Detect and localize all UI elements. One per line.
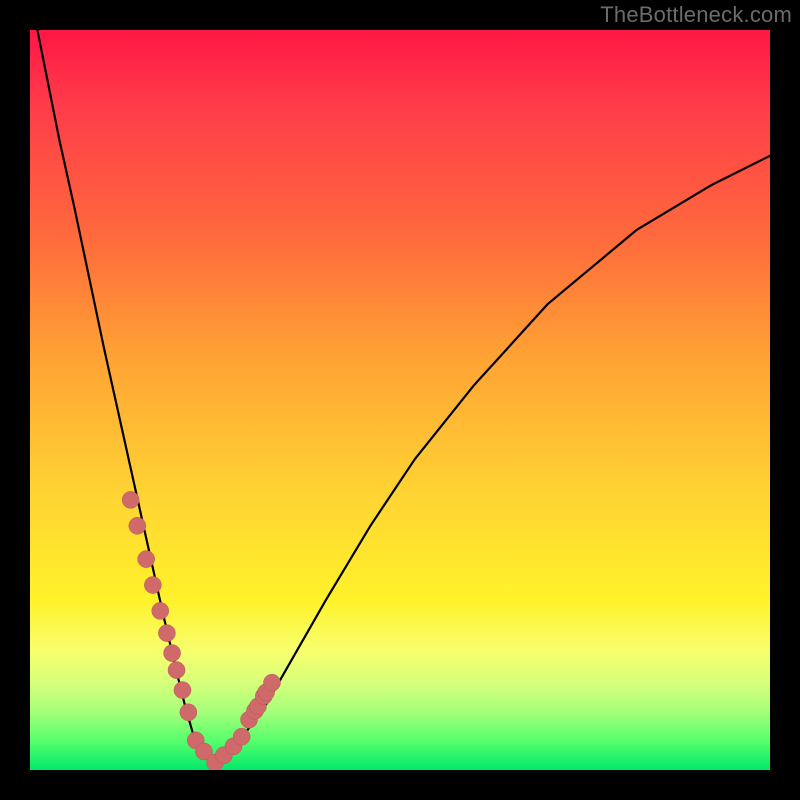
watermark-text: TheBottleneck.com bbox=[600, 2, 792, 28]
highlight-dot bbox=[180, 704, 197, 721]
highlight-dot bbox=[122, 491, 139, 508]
highlight-dot bbox=[164, 645, 181, 662]
highlight-dot bbox=[233, 728, 250, 745]
highlight-dot bbox=[174, 682, 191, 699]
chart-overlay bbox=[30, 30, 770, 770]
highlight-dot bbox=[138, 551, 155, 568]
highlight-dot bbox=[144, 577, 161, 594]
highlight-dot bbox=[152, 602, 169, 619]
chart-frame: TheBottleneck.com bbox=[0, 0, 800, 800]
bottleneck-curve bbox=[30, 30, 770, 763]
highlight-dot bbox=[129, 517, 146, 534]
highlight-dot bbox=[158, 625, 175, 642]
highlight-dot bbox=[168, 662, 185, 679]
highlight-dot bbox=[263, 674, 280, 691]
